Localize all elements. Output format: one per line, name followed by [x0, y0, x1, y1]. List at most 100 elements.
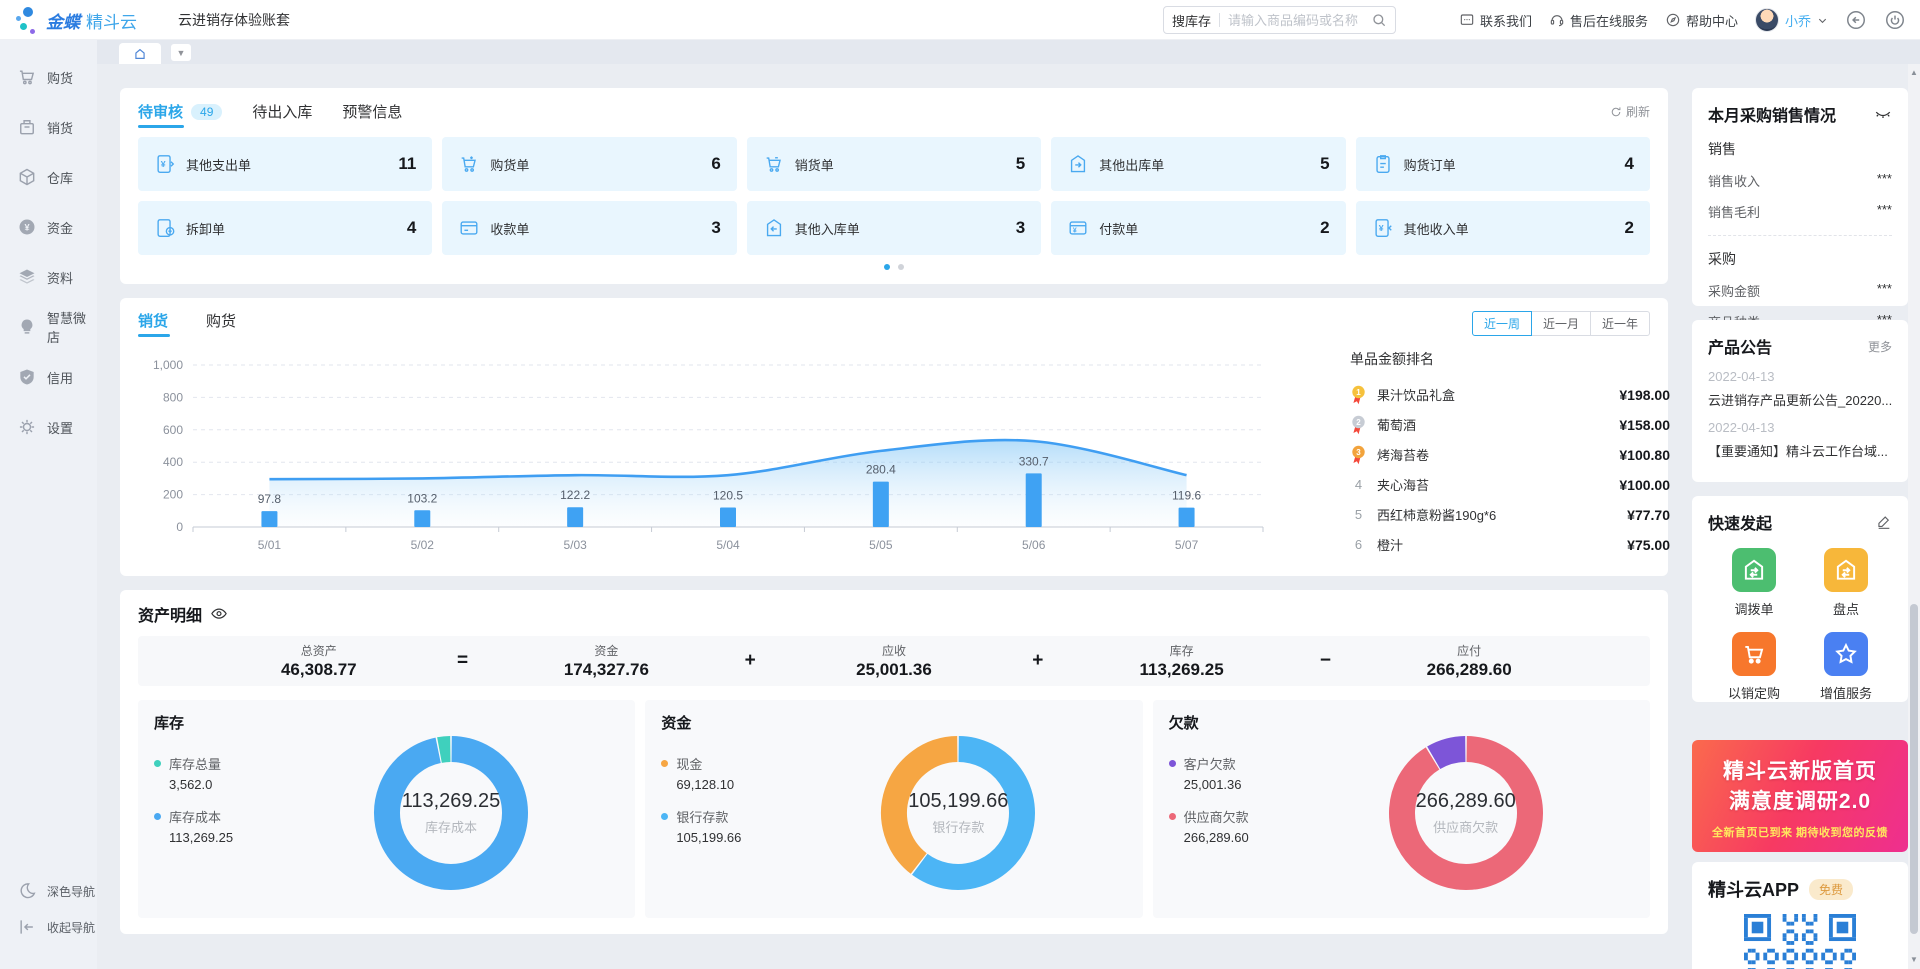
- ranking-title: 单品金额排名: [1350, 349, 1670, 369]
- range-week-button[interactable]: 近一周: [1472, 311, 1532, 336]
- contact-us-link[interactable]: 联系我们: [1459, 11, 1532, 30]
- sidebar-item-sales[interactable]: 销货: [0, 102, 97, 152]
- stat-payable: 应付266,289.60: [1348, 642, 1590, 680]
- sales-trend-chart: 02004006008001,00097.85/01103.25/02122.2…: [138, 345, 1318, 567]
- sidebar-item-funds[interactable]: ¥ 资金: [0, 202, 97, 252]
- scroll-up-arrow[interactable]: ▲: [1908, 66, 1920, 80]
- refresh-icon: [1610, 106, 1622, 118]
- legend-item: 供应商欠款 266,289.60: [1169, 807, 1249, 845]
- ranking-row[interactable]: 1 果汁饮品礼盒 ¥198.00: [1350, 382, 1670, 407]
- tab-sales-trend[interactable]: 销货: [138, 310, 168, 337]
- home-tab[interactable]: [119, 43, 161, 64]
- compass-icon: [1665, 12, 1681, 28]
- tab-purchase-trend[interactable]: 购货: [206, 310, 236, 337]
- help-center-link[interactable]: 帮助中心: [1665, 11, 1738, 30]
- card-receipt-icon: [458, 217, 480, 239]
- gold-medal-icon: 1: [1350, 385, 1367, 405]
- banner-subtitle: 全新首页已到来 期待收到您的反馈: [1692, 824, 1908, 840]
- bronze-medal-icon: 3: [1350, 445, 1367, 465]
- carousel-dot[interactable]: [884, 264, 890, 270]
- summary-row: 采购金额***: [1708, 281, 1892, 300]
- todo-card-other-income[interactable]: ¥ 其他收入单 2: [1356, 201, 1650, 255]
- quick-action-transfer[interactable]: 调拨单: [1732, 548, 1776, 618]
- summary-row: 销售毛利***: [1708, 202, 1892, 221]
- search-category-selector[interactable]: 搜库存: [1172, 11, 1211, 30]
- tab-warning-info[interactable]: 预警信息: [342, 101, 402, 122]
- user-menu[interactable]: 小乔: [1755, 8, 1828, 32]
- assets-title: 资产明细: [138, 602, 202, 626]
- tab-list-dropdown[interactable]: ▼: [171, 44, 191, 61]
- sidebar-item-purchase[interactable]: 购货: [0, 52, 97, 102]
- stat-inventory: 库存113,269.25: [1061, 642, 1303, 680]
- ranking-row[interactable]: 4 夹心海苔 ¥100.00: [1350, 472, 1670, 497]
- range-month-button[interactable]: 近一月: [1531, 311, 1591, 336]
- eye-closed-icon[interactable]: [1874, 105, 1892, 123]
- todo-card-sales-order[interactable]: 销货单 5: [747, 137, 1041, 191]
- svg-text:1: 1: [1356, 388, 1361, 397]
- sidebar-item-data[interactable]: 资料: [0, 252, 97, 302]
- todo-card-disassembly[interactable]: 拆卸单 4: [138, 201, 432, 255]
- scrollbar-thumb[interactable]: [1910, 604, 1918, 934]
- collapse-nav-button[interactable]: 收起导航: [0, 909, 97, 945]
- todo-card-purchase-po[interactable]: 购货订单 4: [1356, 137, 1650, 191]
- clipboard-icon: [1372, 153, 1394, 175]
- quick-action-value-added[interactable]: 增值服务: [1820, 632, 1872, 702]
- legend-item: 库存总量 3,562.0: [154, 754, 233, 792]
- ranking-row[interactable]: 6 橙汁 ¥75.00: [1350, 532, 1670, 557]
- quick-actions-title: 快速发起: [1708, 510, 1772, 534]
- tab-pending-inout[interactable]: 待出入库: [252, 101, 312, 122]
- ranking-row[interactable]: 2 葡萄酒 ¥158.00: [1350, 412, 1670, 437]
- user-name: 小乔: [1785, 11, 1811, 30]
- quick-action-sell-to-buy[interactable]: 以销定购: [1728, 632, 1780, 702]
- logout-power-button[interactable]: [1884, 9, 1906, 31]
- more-link[interactable]: 更多: [1868, 338, 1892, 355]
- trend-card: 销货 购货 近一周 近一月 近一年 02004006008001,00097.8…: [120, 298, 1668, 576]
- sidebar-item-settings[interactable]: 设置: [0, 402, 97, 452]
- announcement-link[interactable]: 云进销存产品更新公告_20220...: [1708, 390, 1892, 409]
- dark-nav-toggle[interactable]: 深色导航: [0, 873, 97, 909]
- todo-card-payment[interactable]: ¥ 付款单 2: [1051, 201, 1345, 255]
- search-input[interactable]: [1228, 13, 1371, 28]
- scroll-down-arrow[interactable]: ▼: [1908, 953, 1920, 967]
- cart-icon: [1741, 641, 1767, 667]
- main-sidebar: 购货 销货 仓库 ¥ 资金 资料 智慧微店: [0, 40, 97, 969]
- carousel-dot[interactable]: [898, 264, 904, 270]
- refresh-button[interactable]: 刷新: [1610, 103, 1650, 120]
- account-title: 云进销存体验账套: [178, 0, 290, 40]
- ranking-row[interactable]: 3 烤海苔卷 ¥100.80: [1350, 442, 1670, 467]
- logo-text-bold: 金蝶: [46, 8, 80, 33]
- sidebar-item-warehouse[interactable]: 仓库: [0, 152, 97, 202]
- edit-pencil-icon[interactable]: [1876, 514, 1892, 530]
- sidebar-item-credit[interactable]: 信用: [0, 352, 97, 402]
- range-year-button[interactable]: 近一年: [1590, 311, 1650, 336]
- back-button[interactable]: [1845, 9, 1867, 31]
- tab-pending-review[interactable]: 待审核 49: [138, 101, 222, 128]
- cart-plus-icon: [458, 153, 480, 175]
- quick-actions-card: 快速发起 调拨单 盘点: [1692, 496, 1908, 702]
- todo-card-other-inbound[interactable]: 其他入库单 3: [747, 201, 1041, 255]
- todo-card-purchase-order[interactable]: 购货单 6: [442, 137, 736, 191]
- header-actions: 联系我们 售后在线服务 帮助中心 小乔: [1459, 0, 1906, 40]
- todo-card-other-expense[interactable]: ¥ 其他支出单 11: [138, 137, 432, 191]
- quick-action-stocktake[interactable]: 盘点: [1824, 548, 1868, 618]
- announcement-link[interactable]: 【重要通知】精斗云工作台域...: [1708, 441, 1892, 460]
- brand-logo[interactable]: 金蝶 精斗云: [14, 0, 137, 40]
- svg-text:400: 400: [163, 455, 183, 469]
- sidebar-item-smart-store[interactable]: 智慧微店: [0, 302, 97, 352]
- operator: =: [440, 650, 486, 672]
- layers-icon: [17, 267, 37, 287]
- eye-icon[interactable]: [210, 605, 228, 623]
- gear-icon: [17, 417, 37, 437]
- svg-text:1,000: 1,000: [153, 358, 183, 372]
- search-icon[interactable]: [1371, 12, 1387, 28]
- content-area: 待审核 49 待出入库 预警信息 刷新 ¥ 其他支出单 11 购货: [97, 64, 1920, 969]
- ranking-row[interactable]: 5 西红柿意粉酱190g*6 ¥77.70: [1350, 502, 1670, 527]
- svg-text:97.8: 97.8: [258, 492, 282, 506]
- survey-banner[interactable]: 精斗云新版首页 满意度调研2.0 全新首页已到来 期待收到您的反馈: [1692, 740, 1908, 852]
- announcements-card: 产品公告 更多 2022-04-13 云进销存产品更新公告_20220... 2…: [1692, 320, 1908, 482]
- todo-card-receipt[interactable]: 收款单 3: [442, 201, 736, 255]
- carousel-dots: [138, 264, 1650, 270]
- todo-card-other-outbound[interactable]: 其他出库单 5: [1051, 137, 1345, 191]
- after-sales-service-link[interactable]: 售后在线服务: [1549, 11, 1648, 30]
- inventory-search[interactable]: 搜库存: [1163, 6, 1396, 34]
